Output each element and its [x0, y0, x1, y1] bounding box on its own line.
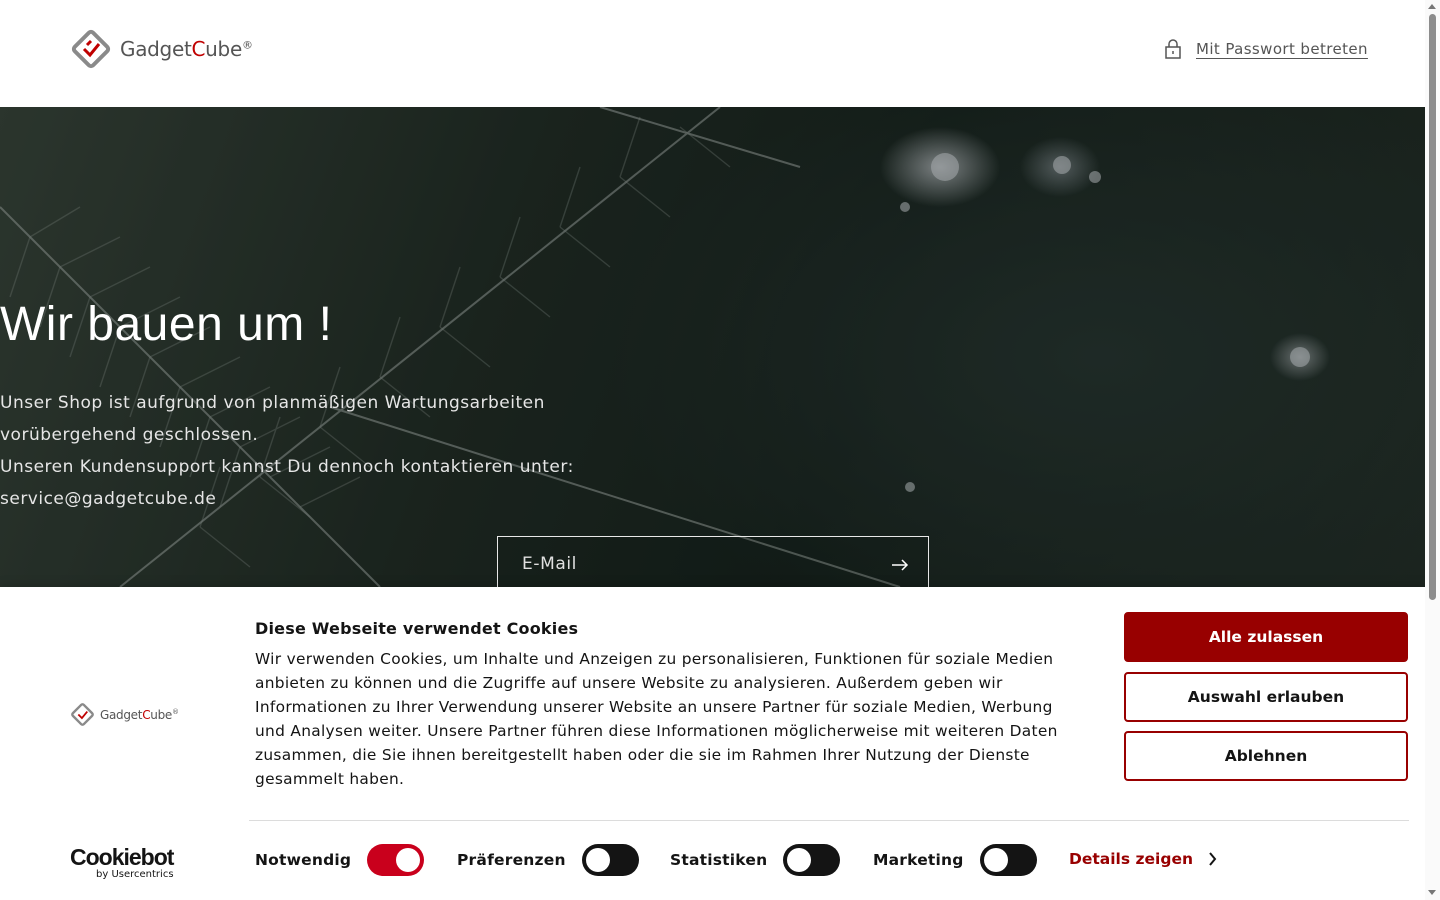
toggle-statistics: Statistiken	[670, 844, 841, 876]
site-logo[interactable]: GadgetCube®	[70, 28, 253, 70]
password-login-link[interactable]: Mit Passwort betreten	[1164, 38, 1368, 60]
cookiebot-logo[interactable]: Cookiebot by Usercentrics	[70, 845, 174, 881]
hero-banner: Wir bauen um ! Unser Shop ist aufgrund v…	[0, 107, 1425, 587]
maintenance-title: Wir bauen um !	[0, 298, 333, 351]
page-scrollbar[interactable]	[1425, 0, 1440, 900]
arrow-right-icon[interactable]	[890, 555, 910, 575]
divider	[249, 820, 1409, 821]
newsletter-form	[497, 536, 929, 587]
password-link-label[interactable]: Mit Passwort betreten	[1196, 40, 1368, 58]
chevron-right-icon	[1209, 852, 1217, 866]
toggle-marketing: Marketing	[873, 844, 1037, 876]
gadgetcube-logo-icon	[71, 703, 94, 726]
cookie-title: Diese Webseite verwendet Cookies	[255, 619, 579, 638]
banner-logo: GadgetCube®	[70, 702, 179, 727]
cookie-description: Wir verwenden Cookies, um Inhalte und An…	[255, 650, 1058, 788]
toggle-preferences: Präferenzen	[457, 844, 639, 876]
scroll-down-icon[interactable]	[1428, 890, 1436, 895]
scroll-up-icon[interactable]	[1428, 4, 1436, 9]
logo-wordmark: GadgetCube®	[100, 707, 179, 722]
site-header: GadgetCube® Mit Passwort betreten	[0, 0, 1425, 107]
gadgetcube-logo-icon	[71, 29, 111, 69]
marketing-switch[interactable]	[979, 844, 1037, 876]
statistics-switch[interactable]	[783, 844, 841, 876]
support-email: service@gadgetcube.de	[0, 489, 217, 509]
scroll-thumb[interactable]	[1429, 14, 1436, 600]
toggle-necessary: Notwendig	[255, 844, 425, 876]
necessary-switch[interactable]	[367, 844, 425, 876]
lock-icon	[1165, 39, 1181, 59]
show-details-link[interactable]: Details zeigen	[1069, 850, 1217, 868]
logo-wordmark: GadgetCube®	[120, 37, 253, 61]
decline-button[interactable]: Ablehnen	[1124, 731, 1408, 781]
allow-selection-button[interactable]: Auswahl erlauben	[1124, 672, 1408, 722]
maintenance-message: Unser Shop ist aufgrund von planmäßigen …	[0, 387, 1425, 515]
allow-all-button[interactable]: Alle zulassen	[1124, 612, 1408, 662]
email-input[interactable]	[498, 537, 878, 587]
cookie-consent-banner: GadgetCube® Diese Webseite verwendet Coo…	[0, 587, 1425, 900]
preferences-switch[interactable]	[581, 844, 639, 876]
